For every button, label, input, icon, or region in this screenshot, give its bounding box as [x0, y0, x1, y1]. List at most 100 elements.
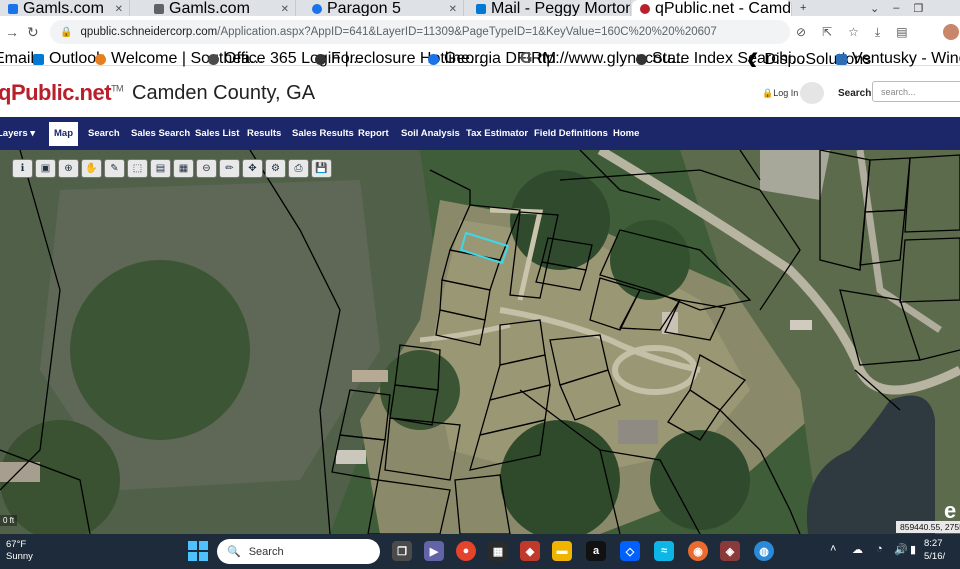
dropbox-icon[interactable]: ◇: [620, 541, 640, 561]
globe-icon: [636, 53, 647, 65]
outlook-icon: [33, 53, 44, 65]
nav-tax-estimator[interactable]: Tax Estimator: [466, 128, 528, 139]
tab-actions: +: [800, 0, 806, 16]
tab-label: Gamls.com: [23, 0, 104, 16]
browser-icon[interactable]: ◉: [688, 541, 708, 561]
temperature: 67°F: [6, 539, 27, 550]
chevron-up-icon[interactable]: ˄: [830, 543, 836, 555]
restore-icon[interactable]: ❐: [913, 2, 923, 15]
nav-field-definitions[interactable]: Field Definitions: [534, 128, 608, 139]
minimize-icon[interactable]: –: [893, 2, 899, 14]
system-clock[interactable]: 8:27 5/16/: [924, 537, 945, 563]
print-icon[interactable]: ⎙: [288, 159, 309, 178]
full-extent-icon[interactable]: ✥: [242, 159, 263, 178]
zoom-out-icon[interactable]: ⊖: [196, 159, 217, 178]
nav-soil-analysis[interactable]: Soil Analysis: [401, 128, 460, 139]
tab-label: Paragon 5: [327, 0, 401, 16]
app-icon[interactable]: ◈: [720, 541, 740, 561]
nav-sales-list[interactable]: Sales List: [195, 128, 239, 139]
identify-icon[interactable]: ▣: [35, 159, 56, 178]
url-host: qpublic.schneidercorp.com: [80, 26, 218, 38]
chrome-icon[interactable]: ●: [456, 541, 476, 561]
bookmark-ventusky[interactable]: Ventusky - Wind, R...: [836, 50, 960, 68]
task-view-icon[interactable]: ❐: [392, 541, 412, 561]
weather-widget[interactable]: 67°F Sunny: [6, 539, 33, 563]
star-icon[interactable]: ☆: [848, 25, 859, 40]
app-icon[interactable]: ◆: [520, 541, 540, 561]
chevron-down-icon[interactable]: ⌄: [870, 2, 879, 15]
download-icon[interactable]: ⤓: [875, 25, 880, 40]
tab-favicon: [312, 4, 322, 14]
dfirm-icon: [428, 53, 439, 65]
wifi-icon[interactable]: ◔: [876, 543, 883, 555]
microsoft-store-icon[interactable]: ▦: [488, 541, 508, 561]
nav-home[interactable]: Home: [613, 128, 639, 139]
extensions-icon[interactable]: ▤: [896, 25, 907, 40]
file-explorer-icon[interactable]: ▬: [552, 541, 572, 561]
nav-sales-results[interactable]: Sales Results: [292, 128, 354, 139]
nav-search[interactable]: Search: [88, 128, 120, 139]
clock-date: 5/16/: [924, 551, 946, 562]
bookmark-outlook[interactable]: Outlook: [33, 50, 104, 68]
tab-qpublic[interactable]: qPublic.net - Camden Count ✕: [632, 0, 792, 16]
layers-icon[interactable]: ▤: [150, 159, 171, 178]
back-icon[interactable]: →: [5, 24, 19, 40]
eye-off-icon[interactable]: ⊘: [796, 25, 806, 40]
close-icon[interactable]: ✕: [115, 4, 123, 15]
share-icon[interactable]: ⇱: [822, 25, 832, 40]
select-icon[interactable]: ⬚: [127, 159, 148, 178]
nav-layers[interactable]: Layers ▾: [0, 128, 35, 139]
map-canvas[interactable]: [0, 150, 960, 534]
teams-icon[interactable]: ▶: [424, 541, 444, 561]
windows-logo-icon: [188, 541, 197, 550]
site-logo[interactable]: qPublic.netTM: [0, 80, 124, 106]
buffer-icon[interactable]: ▦: [173, 159, 194, 178]
tab-gamls-1[interactable]: Gamls.com ✕: [0, 0, 130, 16]
office-icon: [208, 53, 219, 65]
draw-icon[interactable]: ✏: [219, 159, 240, 178]
lock-icon: 🔒: [762, 88, 774, 98]
nav-report[interactable]: Report: [358, 128, 389, 139]
taskbar-search-label: Search: [248, 545, 284, 558]
search-input[interactable]: search...: [872, 81, 960, 102]
tab-label: qPublic.net - Camden Count: [655, 0, 792, 16]
tab-label: Mail - Peggy Morton - Outlo: [491, 0, 631, 16]
save-icon[interactable]: 💾: [311, 159, 332, 178]
reload-icon[interactable]: ↻: [27, 24, 39, 41]
avatar[interactable]: [943, 24, 959, 40]
app-icon[interactable]: ≈: [654, 541, 674, 561]
volume-icon[interactable]: 🔊: [894, 543, 908, 556]
bookmark-icon: [95, 53, 106, 65]
new-tab-button[interactable]: +: [800, 2, 806, 14]
info-icon[interactable]: ℹ: [12, 159, 33, 178]
tab-outlook-mail[interactable]: Mail - Peggy Morton - Outlo ✕: [468, 0, 631, 16]
tab-paragon[interactable]: Paragon 5 ✕: [304, 0, 464, 16]
pan-icon[interactable]: ✋: [81, 159, 102, 178]
amazon-icon[interactable]: a: [586, 541, 606, 561]
bookmark-email[interactable]: Email: [0, 50, 34, 68]
windows-logo-icon: [199, 552, 208, 561]
measure-icon[interactable]: ✎: [104, 159, 125, 178]
login-link[interactable]: 🔒Log In: [762, 88, 798, 99]
clock-time: 8:27: [924, 538, 943, 549]
address-bar[interactable]: 🔒 qpublic.schneidercorp.com/Application.…: [50, 20, 790, 44]
nav-sales-search[interactable]: Sales Search: [131, 128, 190, 139]
nav-results[interactable]: Results: [247, 128, 281, 139]
ventusky-icon: [836, 53, 847, 65]
search-label: Search: [838, 88, 872, 99]
window-controls: ⌄ – ❐: [870, 0, 923, 16]
battery-icon[interactable]: ▮: [910, 543, 916, 556]
taskbar-search[interactable]: 🔍 Search: [217, 539, 380, 564]
bookmark-label: Email: [0, 50, 35, 67]
start-button[interactable]: [188, 541, 208, 561]
close-icon[interactable]: ✕: [281, 4, 289, 15]
zoom-in-icon[interactable]: ⊕: [58, 159, 79, 178]
tab-gamls-2[interactable]: Gamls.com ✕: [146, 0, 296, 16]
google-icon: G: [520, 50, 533, 67]
settings-icon[interactable]: ⚙: [265, 159, 286, 178]
windows-logo-icon: [199, 541, 208, 550]
close-icon[interactable]: ✕: [449, 4, 457, 15]
cloud-icon[interactable]: ☁: [852, 543, 863, 556]
nav-map[interactable]: Map: [49, 122, 78, 146]
globe-icon[interactable]: ◍: [754, 541, 774, 561]
